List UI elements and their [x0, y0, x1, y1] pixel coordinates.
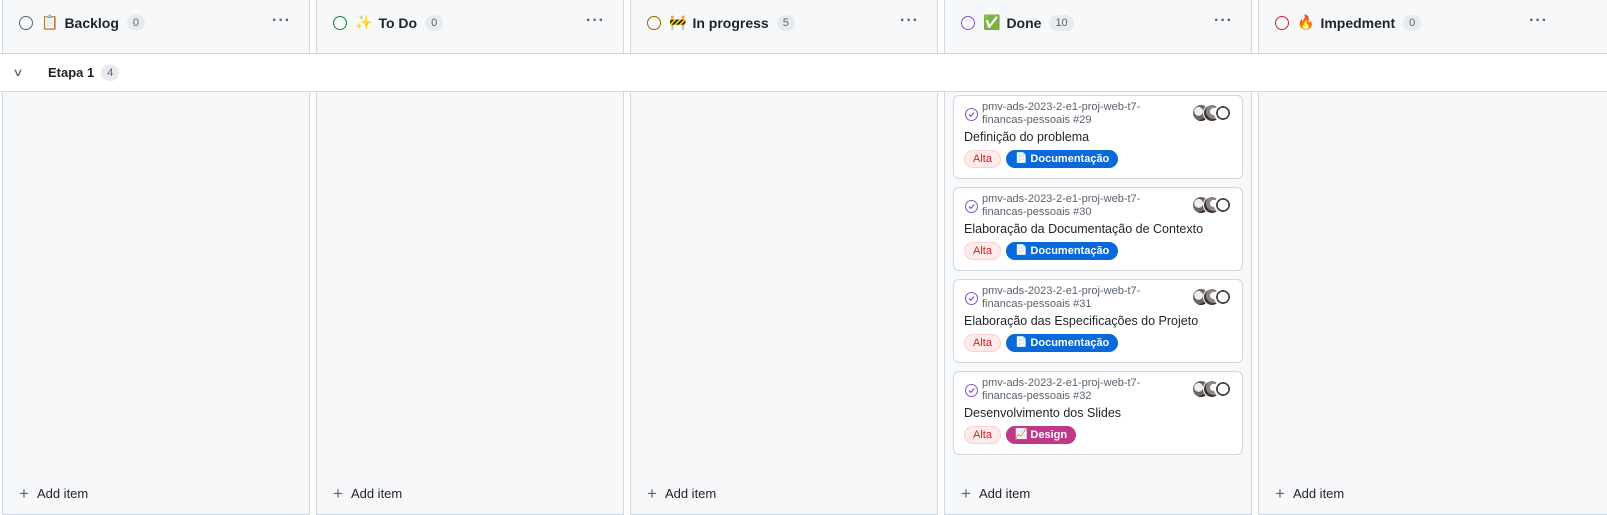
column-title: To Do — [378, 15, 418, 31]
issue-repo-link[interactable]: pmv-ads-2023-2-e1-proj-web-t7-financas-p… — [982, 101, 1162, 127]
priority-label[interactable]: Alta — [964, 242, 1001, 260]
more-options-icon[interactable]: ··· — [586, 12, 605, 30]
more-options-icon[interactable]: ··· — [1214, 12, 1233, 30]
page-icon: 📄 — [1014, 153, 1028, 164]
issue-card[interactable]: pmv-ads-2023-2-e1-proj-web-t7-financas-p… — [953, 95, 1243, 179]
clipboard-icon: 📋 — [41, 15, 59, 31]
tag-label-text: Documentação — [1030, 337, 1110, 349]
status-circle-icon — [1275, 16, 1289, 30]
status-circle-icon — [647, 16, 661, 30]
more-options-icon[interactable]: ··· — [1529, 12, 1548, 30]
column-header: ✅ Done 10 ··· — [945, 0, 1251, 46]
more-options-icon[interactable]: ··· — [272, 12, 291, 30]
tag-label[interactable]: 📄 Documentação — [1005, 242, 1119, 260]
add-item-button[interactable]: + Add item — [647, 485, 716, 502]
column-title: Backlog — [64, 15, 119, 31]
issue-card[interactable]: pmv-ads-2023-2-e1-proj-web-t7-financas-p… — [953, 187, 1243, 271]
tag-label-text: Documentação — [1030, 245, 1110, 257]
chart-icon: 📈 — [1014, 429, 1028, 440]
plus-icon: + — [1275, 484, 1285, 503]
check-mark-icon: ✅ — [983, 15, 1001, 31]
plus-icon: + — [333, 484, 343, 503]
assignee-avatars[interactable] — [1192, 380, 1232, 398]
column-count: 10 — [1049, 15, 1074, 31]
avatar — [1214, 288, 1232, 306]
more-options-icon[interactable]: ··· — [900, 12, 919, 30]
column-title: Impedment — [1320, 15, 1396, 31]
issue-repo-link[interactable]: pmv-ads-2023-2-e1-proj-web-t7-financas-p… — [982, 377, 1162, 403]
issue-repo-link[interactable]: pmv-ads-2023-2-e1-proj-web-t7-financas-p… — [982, 193, 1162, 219]
avatar — [1214, 380, 1232, 398]
group-title: Etapa 1 — [48, 65, 95, 80]
column-header: 🔥 Impedment 0 ··· — [1259, 0, 1607, 46]
column-count: 0 — [126, 15, 146, 31]
tag-label[interactable]: 📄 Documentação — [1005, 150, 1119, 168]
group-count: 4 — [101, 64, 120, 81]
plus-icon: + — [647, 484, 657, 503]
issue-labels: Alta 📈 Design — [964, 426, 1077, 444]
issue-title[interactable]: Elaboração das Especificações do Projeto — [964, 314, 1198, 328]
priority-label[interactable]: Alta — [964, 426, 1001, 444]
assignee-avatars[interactable] — [1192, 288, 1232, 306]
issue-labels: Alta 📄 Documentação — [964, 150, 1119, 168]
add-item-button[interactable]: + Add item — [961, 485, 1030, 502]
tag-label-text: Design — [1030, 429, 1068, 441]
status-circle-icon — [961, 16, 975, 30]
plus-icon: + — [961, 484, 971, 503]
priority-label[interactable]: Alta — [964, 150, 1001, 168]
column-header: 🚧 In progress 5 ··· — [631, 0, 937, 46]
closed-issue-icon — [965, 384, 978, 397]
priority-label[interactable]: Alta — [964, 334, 1001, 352]
issue-title[interactable]: Desenvolvimento dos Slides — [964, 406, 1121, 420]
issue-card[interactable]: pmv-ads-2023-2-e1-proj-web-t7-financas-p… — [953, 279, 1243, 363]
issue-labels: Alta 📄 Documentação — [964, 334, 1119, 352]
issue-title[interactable]: Elaboração da Documentação de Contexto — [964, 222, 1203, 236]
add-item-label: Add item — [978, 486, 1031, 501]
plus-icon: + — [19, 484, 29, 503]
tag-label[interactable]: 📈 Design — [1005, 426, 1077, 444]
column-count: 0 — [425, 15, 444, 31]
issue-title[interactable]: Definição do problema — [964, 130, 1089, 144]
closed-issue-icon — [965, 108, 978, 121]
chevron-down-icon[interactable]: ∨ — [12, 66, 37, 79]
construction-icon: 🚧 — [669, 15, 687, 31]
column-count: 5 — [776, 15, 795, 31]
issue-repo-link[interactable]: pmv-ads-2023-2-e1-proj-web-t7-financas-p… — [982, 285, 1162, 311]
add-item-button[interactable]: + Add item — [19, 485, 88, 502]
tag-label[interactable]: 📄 Documentação — [1005, 334, 1119, 352]
fire-icon: 🔥 — [1297, 15, 1315, 31]
add-item-label: Add item — [664, 486, 717, 501]
status-circle-icon — [333, 16, 347, 30]
avatar — [1214, 196, 1232, 214]
tag-label-text: Documentação — [1030, 153, 1110, 165]
assignee-avatars[interactable] — [1192, 196, 1232, 214]
column-header: 📋 Backlog 0 ··· — [3, 0, 309, 46]
add-item-label: Add item — [36, 486, 89, 501]
sparkles-icon: ✨ — [355, 15, 373, 31]
closed-issue-icon — [965, 292, 978, 305]
column-title: In progress — [692, 15, 769, 31]
issue-labels: Alta 📄 Documentação — [964, 242, 1119, 260]
avatar — [1214, 104, 1232, 122]
column-header: ✨ To Do 0 ··· — [317, 0, 623, 46]
add-item-button[interactable]: + Add item — [333, 485, 402, 502]
page-icon: 📄 — [1014, 245, 1028, 256]
assignee-avatars[interactable] — [1192, 104, 1232, 122]
column-count: 0 — [1403, 15, 1422, 31]
add-item-label: Add item — [350, 486, 403, 501]
column-title: Done — [1006, 15, 1042, 31]
issue-card[interactable]: pmv-ads-2023-2-e1-proj-web-t7-financas-p… — [953, 371, 1243, 455]
add-item-label: Add item — [1292, 486, 1345, 501]
group-row[interactable]: ∨ Etapa 1 4 — [0, 53, 1607, 92]
add-item-button[interactable]: + Add item — [1275, 485, 1344, 502]
status-circle-icon — [19, 16, 33, 30]
page-icon: 📄 — [1014, 337, 1028, 348]
closed-issue-icon — [965, 200, 978, 213]
